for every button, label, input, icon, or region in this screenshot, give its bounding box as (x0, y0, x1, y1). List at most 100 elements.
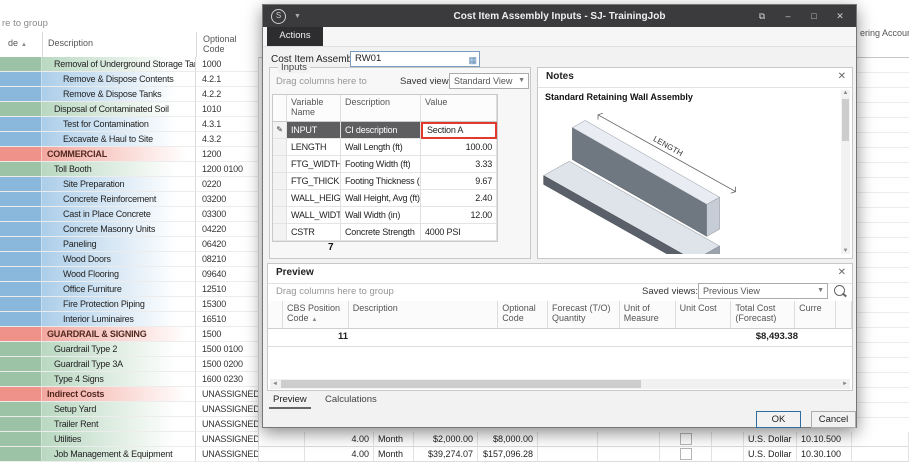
cbs-code-cell (10, 57, 42, 72)
close-icon[interactable]: ✕ (832, 9, 848, 23)
value-cell[interactable]: 3.33 (421, 156, 497, 173)
table-row[interactable]: Office Furniture12510 (0, 282, 262, 297)
cbs-code-cell (10, 282, 42, 297)
scroll-down-icon[interactable]: ▼ (841, 248, 850, 254)
search-icon[interactable] (834, 285, 845, 296)
column-header-cbs-code[interactable]: de▲ (0, 32, 42, 57)
lookup-icon[interactable]: ▦ (468, 53, 477, 67)
input-variable-row[interactable]: CSTRConcrete Strength4000 PSI (273, 224, 497, 241)
value-cell[interactable]: 100.00 (421, 139, 497, 156)
table-row[interactable]: Toll Booth1200 0100 (0, 162, 262, 177)
inputs-group-drop-zone[interactable]: Drag columns here to (276, 76, 367, 87)
tab-preview[interactable]: Preview (269, 393, 311, 409)
column-header-cbs-position-code[interactable]: CBS Position Code▲ (283, 301, 349, 328)
optional-code-cell: 1500 0200 (196, 357, 259, 372)
cancel-button[interactable]: Cancel (811, 411, 856, 428)
minimize-icon[interactable]: – (780, 9, 796, 23)
scroll-up-icon[interactable]: ▲ (841, 90, 850, 96)
table-row[interactable]: Removal of Underground Storage Tanks1000 (0, 57, 262, 72)
table-row[interactable]: Setup YardUNASSIGNED (0, 402, 262, 417)
row-indicator-cell (0, 162, 10, 177)
checkbox[interactable] (680, 433, 692, 445)
ok-button[interactable]: OK (756, 411, 801, 428)
maximize-icon[interactable]: □ (806, 9, 822, 23)
column-header-optional-code[interactable]: Optional Code (196, 32, 259, 57)
input-variable-row[interactable]: FTG_THICKFooting Thickness (in)9.67 (273, 173, 497, 190)
table-row[interactable]: Fire Protection Piping15300 (0, 297, 262, 312)
notes-scrollbar[interactable]: ▲ ▼ (841, 90, 850, 254)
preview-horizontal-scrollbar[interactable]: ◄ ► (270, 379, 850, 389)
assembly-input[interactable]: RW01 ▦ (350, 51, 480, 67)
column-header-unit-cost[interactable]: Unit Cost (676, 301, 732, 328)
scroll-right-icon[interactable]: ► (840, 379, 850, 389)
scroll-left-icon[interactable]: ◄ (270, 379, 280, 389)
row-indicator-cell (0, 447, 10, 462)
input-variable-row[interactable]: WALL_HEIGHTWall Height, Avg (ft)2.40 (273, 190, 497, 207)
table-row[interactable]: Guardrail Type 21500 0100 (0, 342, 262, 357)
table-row[interactable]: Remove & Dispose Contents4.2.1 (0, 72, 262, 87)
variable-name-cell: INPUT (287, 122, 341, 139)
saved-views-dropdown[interactable]: Standard View ▼ (449, 73, 529, 89)
column-header-variable-name[interactable]: Variable Name (287, 95, 341, 121)
optional-code-cell: 15300 (196, 297, 259, 312)
column-header-optional-code[interactable]: Optional Code (498, 301, 548, 328)
scrollbar-thumb[interactable] (281, 380, 641, 388)
table-row[interactable]: Concrete Reinforcement03200 (0, 192, 262, 207)
table-row[interactable]: Test for Contamination4.3.1 (0, 117, 262, 132)
tab-calculations[interactable]: Calculations (321, 393, 381, 409)
value-cell[interactable]: 9.67 (421, 173, 497, 190)
input-variable-row[interactable]: WALL_WIDTHWall Width (in)12.00 (273, 207, 497, 224)
row-indicator-cell (0, 342, 10, 357)
column-header-currency-partial[interactable]: Curre (795, 301, 836, 328)
column-header-value[interactable]: Value (421, 95, 497, 121)
table-row[interactable]: GUARDRAIL & SIGNING1500 (0, 327, 262, 342)
table-row[interactable]: Guardrail Type 3A1500 0200 (0, 357, 262, 372)
window-popout-icon[interactable]: ⧉ (754, 9, 770, 23)
table-row[interactable]: Wood Flooring09640 (0, 267, 262, 282)
input-variable-row[interactable]: ✎INPUTCI descriptionSection A (273, 122, 497, 139)
column-header-total-cost[interactable]: Total Cost (Forecast) (731, 301, 795, 328)
table-row[interactable]: Job Management & EquipmentUNASSIGNED (0, 447, 262, 462)
actions-menu-tab[interactable]: Actions (267, 27, 323, 46)
saved-views-dropdown[interactable]: Previous View ▼ (698, 283, 828, 299)
checkbox[interactable] (680, 448, 692, 460)
table-row[interactable]: Paneling06420 (0, 237, 262, 252)
preview-group-drop-zone[interactable]: Drag columns here to group (276, 286, 394, 297)
cbs-code-cell (10, 372, 42, 387)
input-variable-row[interactable]: FTG_WIDTHFooting Width (ft)3.33 (273, 156, 497, 173)
inputs-grid: Variable Name Description Value ✎INPUTCI… (272, 94, 498, 242)
table-row[interactable]: Interior Luminaires16510 (0, 312, 262, 327)
table-row[interactable]: Excavate & Haul to Site4.3.2 (0, 132, 262, 147)
cbs-code-cell (10, 147, 42, 162)
column-header-description[interactable]: Description (349, 301, 498, 328)
table-row[interactable]: 4.00Month$2,000.00$8,000.00U.S. Dollar10… (259, 432, 909, 447)
column-header-unit-of-measure[interactable]: Unit of Measure (620, 301, 676, 328)
column-header-forecast-quantity[interactable]: Forecast (T/O) Quantity (548, 301, 620, 328)
table-row[interactable]: COMMERCIAL1200 (0, 147, 262, 162)
value-cell[interactable]: Section A (421, 122, 497, 139)
table-row[interactable]: Concrete Masonry Units04220 (0, 222, 262, 237)
table-row[interactable]: UtilitiesUNASSIGNED (0, 432, 262, 447)
scrollbar-thumb[interactable] (842, 99, 849, 141)
dialog-titlebar[interactable]: S ▼ Cost Item Assembly Inputs - SJ- Trai… (263, 5, 856, 27)
table-row[interactable]: Indirect CostsUNASSIGNED (0, 387, 262, 402)
table-row[interactable]: Wood Doors08210 (0, 252, 262, 267)
close-icon[interactable]: ✕ (838, 267, 846, 279)
table-row[interactable]: Site Preparation0220 (0, 177, 262, 192)
cbs-code-cell (10, 342, 42, 357)
preview-title: Preview (276, 267, 314, 278)
column-header-description[interactable]: Description (42, 32, 196, 57)
table-row[interactable]: Disposal of Contaminated Soil1010 (0, 102, 262, 117)
value-cell[interactable]: 12.00 (421, 207, 497, 224)
table-row[interactable]: Type 4 Signs1600 0230 (0, 372, 262, 387)
table-row[interactable]: Cast in Place Concrete03300 (0, 207, 262, 222)
value-cell[interactable]: 2.40 (421, 190, 497, 207)
table-row[interactable]: 4.00Month$39,274.07$157,096.28U.S. Dolla… (259, 447, 909, 462)
row-indicator-cell (0, 267, 10, 282)
close-icon[interactable]: ✕ (838, 71, 846, 83)
column-header-description[interactable]: Description (341, 95, 421, 121)
table-row[interactable]: Trailer RentUNASSIGNED (0, 417, 262, 432)
input-variable-row[interactable]: LENGTHWall Length (ft)100.00 (273, 139, 497, 156)
value-cell[interactable]: 4000 PSI (421, 224, 497, 241)
table-row[interactable]: Remove & Dispose Tanks4.2.2 (0, 87, 262, 102)
